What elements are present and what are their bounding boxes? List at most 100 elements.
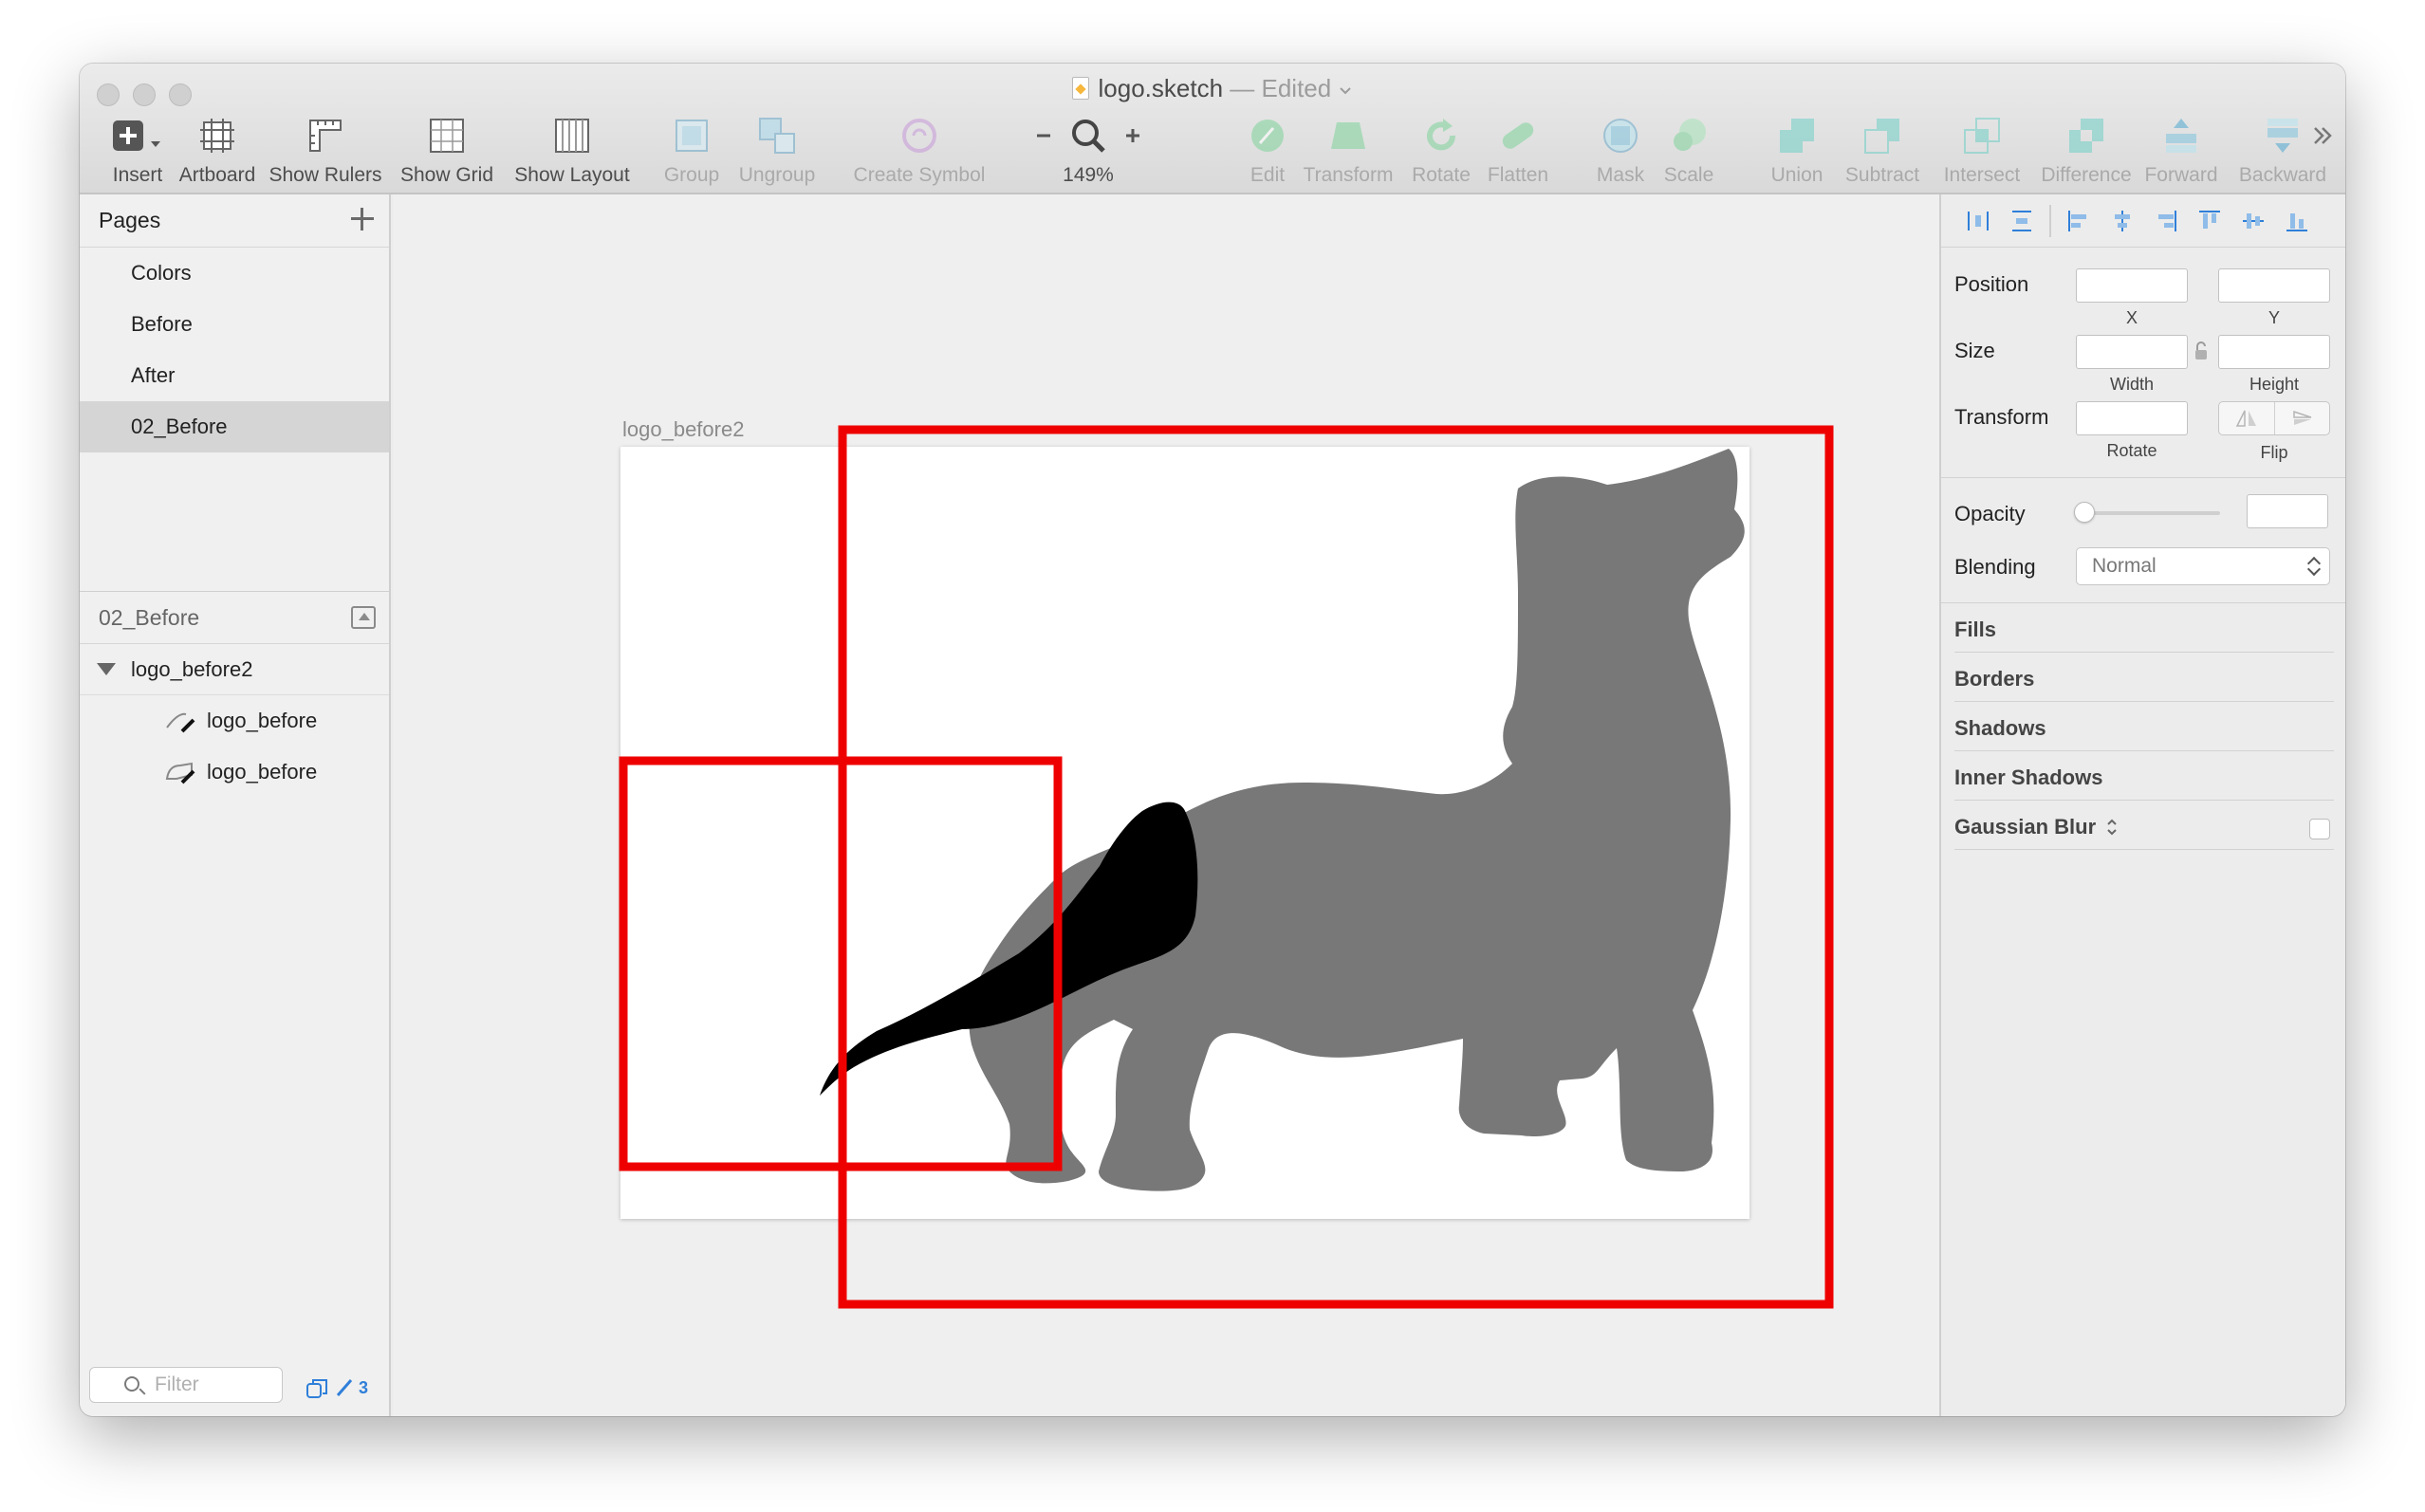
edit-button[interactable]: Edit	[1239, 111, 1296, 193]
search-icon	[124, 1376, 139, 1392]
toolbar-overflow-button[interactable]	[2305, 111, 2340, 193]
align-left-icon	[2068, 210, 2086, 231]
disclosure-triangle-icon[interactable]	[97, 663, 116, 675]
grid-icon	[426, 111, 468, 160]
scale-button[interactable]: Scale	[1651, 111, 1727, 193]
lock-icon[interactable]	[2194, 341, 2209, 361]
shadows-section[interactable]: Shadows	[1954, 716, 2046, 741]
intersect-icon	[1961, 111, 2003, 160]
zoom-icon[interactable]	[1069, 117, 1107, 155]
updown-chevron-icon[interactable]	[2105, 816, 2119, 839]
align-right-button[interactable]	[2144, 202, 2188, 240]
dog-silhouette[interactable]	[969, 449, 1745, 1191]
flip-vertical-button[interactable]	[2275, 402, 2330, 434]
flip-label: Flip	[2260, 443, 2288, 462]
zoom-control: 149%	[1034, 111, 1142, 193]
layer-artboard-logo-before2[interactable]: logo_before2	[80, 644, 389, 695]
divider	[1954, 849, 2334, 850]
edited-status[interactable]: — Edited	[1230, 74, 1331, 102]
show-rulers-button[interactable]: Show Rulers	[264, 111, 387, 193]
intersect-button[interactable]: Intersect	[1930, 111, 2034, 193]
filter-input[interactable]	[155, 1373, 268, 1397]
opacity-slider-handle[interactable]	[2074, 502, 2095, 523]
borders-section[interactable]: Borders	[1954, 667, 2034, 691]
show-grid-button[interactable]: Show Grid	[393, 111, 501, 193]
y-field[interactable]	[2218, 268, 2330, 303]
size-label: Size	[1954, 339, 1995, 362]
rotate-label: Rotate	[2106, 441, 2157, 460]
page-item-after[interactable]: After	[80, 350, 389, 401]
collapse-layers-icon[interactable]	[351, 606, 376, 629]
y-label: Y	[2268, 308, 2280, 327]
pages-header: Pages	[80, 194, 389, 248]
group-icon	[671, 111, 713, 160]
ungroup-icon	[756, 111, 798, 160]
mask-button[interactable]: Mask	[1583, 111, 1658, 193]
chevron-down-icon[interactable]	[1338, 85, 1353, 97]
subtract-button[interactable]: Subtract	[1835, 111, 1930, 193]
sketch-window: logo.sketch — Edited Insert Artboard Sho…	[80, 64, 2345, 1416]
gaussian-blur-section[interactable]: Gaussian Blur	[1954, 815, 2119, 839]
page-item-02-before[interactable]: 02_Before	[80, 401, 389, 452]
flip-horizontal-button[interactable]	[2219, 402, 2275, 434]
position-label: Position	[1954, 272, 2029, 296]
width-field[interactable]	[2076, 335, 2188, 369]
width-label: Width	[2109, 375, 2154, 394]
distribute-horizontal-icon	[1968, 211, 1989, 230]
ungroup-button[interactable]: Ungroup	[725, 111, 829, 193]
subtract-icon	[1861, 111, 1903, 160]
height-label: Height	[2249, 375, 2300, 394]
filter-search[interactable]	[89, 1367, 283, 1403]
height-field[interactable]	[2218, 335, 2330, 369]
distribute-vertical-button[interactable]	[2000, 202, 2044, 240]
layers-header: 02_Before	[80, 591, 389, 644]
distribute-horizontal-button[interactable]	[1956, 202, 2000, 240]
layer-logo-before-2[interactable]: logo_before	[80, 747, 389, 798]
transform-button[interactable]: Transform	[1296, 111, 1400, 193]
layer-count[interactable]: 3	[305, 1376, 368, 1399]
window-title: logo.sketch — Edited	[80, 74, 2345, 103]
union-button[interactable]: Union	[1759, 111, 1835, 193]
gaussian-blur-checkbox[interactable]	[2309, 819, 2330, 839]
forward-button[interactable]: Forward	[2129, 111, 2233, 193]
rotate-icon	[1420, 111, 1462, 160]
divider	[1954, 800, 2334, 801]
page-item-before[interactable]: Before	[80, 299, 389, 350]
opacity-field[interactable]	[2247, 494, 2328, 528]
layers-sidebar: Pages Colors Before After 02_Before 02_B…	[80, 194, 391, 1416]
add-page-icon[interactable]	[349, 206, 376, 232]
artboard-button[interactable]: Artboard	[165, 111, 269, 193]
blending-select[interactable]: Normal	[2076, 547, 2330, 585]
zoom-in-icon[interactable]	[1123, 126, 1142, 145]
align-bottom-button[interactable]	[2275, 202, 2319, 240]
forward-icon	[2160, 111, 2202, 160]
artboard-icon	[196, 111, 238, 160]
flip-control	[2218, 401, 2330, 435]
flatten-icon	[1497, 111, 1539, 160]
x-field[interactable]	[2076, 268, 2188, 303]
insert-icon	[109, 111, 166, 160]
page-item-colors[interactable]: Colors	[80, 248, 389, 299]
fills-section[interactable]: Fills	[1954, 618, 1996, 642]
edit-icon	[1247, 111, 1288, 160]
align-center-horizontal-button[interactable]	[2101, 202, 2144, 240]
align-left-button[interactable]	[2057, 202, 2101, 240]
show-layout-button[interactable]: Show Layout	[501, 111, 643, 193]
rotate-field[interactable]	[2076, 401, 2188, 435]
toolbar: logo.sketch — Edited Insert Artboard Sho…	[80, 64, 2345, 194]
align-middle-vertical-button[interactable]	[2231, 202, 2275, 240]
layer-logo-before-1[interactable]: logo_before	[80, 695, 389, 747]
divider	[2049, 204, 2051, 237]
layout-icon	[551, 111, 593, 160]
zoom-out-icon[interactable]	[1034, 126, 1053, 145]
symbol-icon	[898, 111, 940, 160]
canvas[interactable]: logo_before2	[393, 194, 1939, 1416]
flatten-button[interactable]: Flatten	[1471, 111, 1565, 193]
align-top-button[interactable]	[2188, 202, 2231, 240]
divider	[1941, 602, 2345, 603]
create-symbol-button[interactable]: Create Symbol	[839, 111, 1000, 193]
opacity-slider-track[interactable]	[2078, 511, 2220, 515]
group-button[interactable]: Group	[649, 111, 734, 193]
align-center-horizontal-icon	[2115, 210, 2130, 231]
inner-shadows-section[interactable]: Inner Shadows	[1954, 765, 2102, 790]
